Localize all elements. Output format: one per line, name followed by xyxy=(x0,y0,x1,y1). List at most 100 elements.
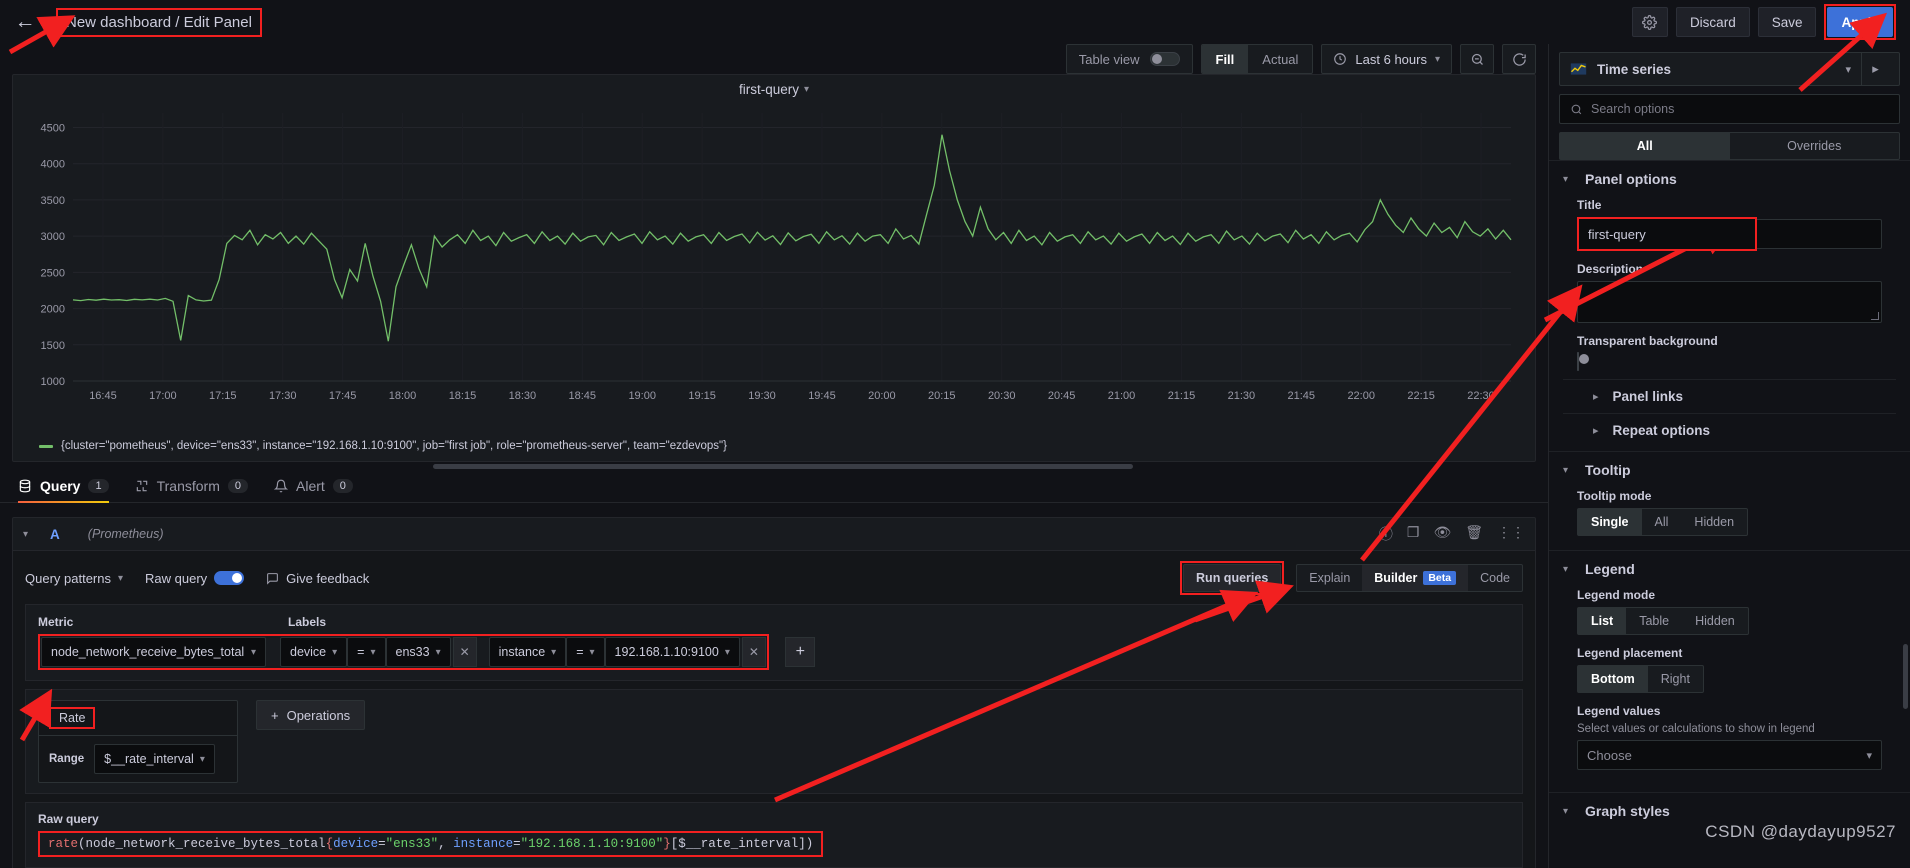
label-key-select-1[interactable]: device ▾ xyxy=(280,637,348,667)
repeat-options-row[interactable]: ▸ Repeat options xyxy=(1563,413,1896,447)
label-value-select-2[interactable]: 192.168.1.10:9100 ▾ xyxy=(604,637,740,667)
panel-options-header[interactable]: ▾ Panel options xyxy=(1563,171,1896,187)
tooltip-mode-all[interactable]: All xyxy=(1642,509,1682,535)
label-op-select-2[interactable]: = ▾ xyxy=(566,637,605,667)
panel-title-input[interactable]: first-query xyxy=(1577,217,1757,251)
fill-button[interactable]: Fill xyxy=(1201,45,1249,73)
chevron-right-icon[interactable]: ▸ xyxy=(1861,53,1889,85)
legend-values-placeholder: Choose xyxy=(1587,747,1632,763)
duplicate-icon[interactable]: ❐ xyxy=(1407,524,1420,544)
chevron-down-icon: ▾ xyxy=(118,572,124,584)
range-label: Range xyxy=(49,753,85,765)
svg-text:20:30: 20:30 xyxy=(988,390,1016,402)
svg-text:18:30: 18:30 xyxy=(509,390,537,402)
query-patterns-button[interactable]: Query patterns ▾ xyxy=(25,571,123,586)
chart-legend[interactable]: {cluster="pometheus", device="ens33", in… xyxy=(13,434,1535,461)
tooltip-mode-single[interactable]: Single xyxy=(1578,509,1642,535)
tooltip-mode-group: Single All Hidden xyxy=(1577,508,1749,536)
panel-title-bar[interactable]: first-query ▾ xyxy=(13,75,1535,99)
label-op-value-1: = xyxy=(357,645,365,659)
transparent-background-toggle[interactable] xyxy=(1577,352,1589,371)
raw-query-toggle[interactable] xyxy=(214,571,245,585)
apply-button[interactable]: Apply xyxy=(1827,7,1893,37)
legend-mode-table[interactable]: Table xyxy=(1626,608,1682,634)
graph-styles-header[interactable]: ▾ Graph styles xyxy=(1563,803,1896,819)
chevron-down-icon: ▾ xyxy=(589,646,595,658)
tab-transform[interactable]: Transform 0 xyxy=(135,478,248,502)
code-button[interactable]: Code xyxy=(1468,565,1522,591)
remove-filter-2-icon[interactable]: ✕ xyxy=(741,637,766,667)
legend-mode-list[interactable]: List xyxy=(1578,608,1627,634)
legend-values-label: Legend values xyxy=(1577,704,1661,718)
run-queries-button[interactable]: Run queries xyxy=(1183,564,1282,592)
tab-all[interactable]: All xyxy=(1560,133,1730,159)
chevron-down-icon[interactable]: ▾ xyxy=(804,84,809,95)
tooltip-header[interactable]: ▾ Tooltip xyxy=(1563,462,1896,478)
breadcrumb[interactable]: New dashboard / Edit Panel xyxy=(56,7,262,37)
chevron-down-icon[interactable]: ▾ xyxy=(23,529,28,540)
chart-area[interactable]: 1000 1500 2000 2500 3000 3500 4000 4500 16:45 17:… xyxy=(13,99,1535,434)
add-operations-button[interactable]: + Operations xyxy=(256,700,366,730)
legend-placement-right[interactable]: Right xyxy=(1648,666,1703,692)
legend-series-label[interactable]: {cluster="pometheus", device="ens33", in… xyxy=(61,440,727,452)
options-sidebar: Time series ▾ ▸ Search options All Overr… xyxy=(1548,44,1910,868)
explain-button[interactable]: Explain xyxy=(1297,565,1362,591)
svg-text:19:15: 19:15 xyxy=(688,390,716,402)
tooltip-mode-hidden[interactable]: Hidden xyxy=(1681,509,1747,535)
tab-transform-label: Transform xyxy=(156,478,220,494)
time-series-chart[interactable]: 1000 1500 2000 2500 3000 3500 4000 4500 16:45 17:… xyxy=(13,99,1535,429)
chevron-down-icon: ▾ xyxy=(332,646,338,658)
builder-button[interactable]: Builder Beta xyxy=(1362,565,1469,591)
raw-query-toggle-group[interactable]: Raw query xyxy=(145,571,245,586)
legend-placement-bottom[interactable]: Bottom xyxy=(1578,666,1648,692)
label-value-select-1[interactable]: ens33 ▾ xyxy=(385,637,451,667)
search-options-box[interactable]: Search options xyxy=(1559,94,1900,124)
tab-alert[interactable]: Alert 0 xyxy=(274,478,353,502)
trash-icon[interactable]: 🗑 xyxy=(1465,524,1483,544)
metric-labels-card: Metric Labels node_network_receive_bytes… xyxy=(25,604,1523,681)
legend-mode-hidden[interactable]: Hidden xyxy=(1682,608,1748,634)
table-view-toggle[interactable] xyxy=(1149,52,1180,66)
eye-icon[interactable]: 👁 xyxy=(1433,524,1451,544)
give-feedback-button[interactable]: Give feedback xyxy=(266,571,369,586)
legend-values-select[interactable]: Choose ▾ xyxy=(1577,740,1882,770)
visualization-picker[interactable]: Time series ▾ ▸ xyxy=(1559,52,1900,86)
range-select[interactable]: $__rate_interval ▾ xyxy=(94,744,215,774)
table-view-toggle-group[interactable]: Table view xyxy=(1065,44,1193,74)
actual-button[interactable]: Actual xyxy=(1248,45,1312,73)
tab-query[interactable]: Query 1 xyxy=(18,478,109,503)
drag-handle-icon[interactable]: ⋮⋮ xyxy=(1497,524,1525,544)
query-ref-id[interactable]: A xyxy=(50,527,60,542)
save-button[interactable]: Save xyxy=(1757,7,1817,37)
gear-icon[interactable] xyxy=(1631,7,1668,37)
sidebar-scrollbar[interactable] xyxy=(1903,644,1908,709)
back-arrow-icon[interactable]: ← xyxy=(12,9,38,35)
svg-text:17:00: 17:00 xyxy=(149,390,177,402)
legend-header[interactable]: ▾ Legend xyxy=(1563,561,1896,577)
metric-select[interactable]: node_network_receive_bytes_total ▾ xyxy=(41,637,266,667)
discard-button[interactable]: Discard xyxy=(1675,7,1750,37)
time-range-picker[interactable]: Last 6 hours ▾ xyxy=(1321,44,1452,74)
svg-text:2500: 2500 xyxy=(41,267,65,279)
refresh-icon[interactable] xyxy=(1502,44,1536,74)
panel-horizontal-scrollbar[interactable] xyxy=(433,464,1133,469)
label-key-value-2: instance xyxy=(498,645,546,659)
panel-links-row[interactable]: ▸ Panel links xyxy=(1563,379,1896,413)
help-circle-icon[interactable]: ⓘ xyxy=(1379,524,1393,544)
raw-query-eq1: = xyxy=(378,837,386,851)
remove-filter-1-icon[interactable]: ✕ xyxy=(452,637,477,667)
rate-operation-name[interactable]: Rate xyxy=(49,707,96,729)
comment-icon xyxy=(267,572,279,585)
operations-label: Operations xyxy=(286,707,351,723)
zoom-out-icon[interactable] xyxy=(1460,44,1494,74)
label-key-select-2[interactable]: instance ▾ xyxy=(488,637,567,667)
raw-query-code[interactable]: rate(node_network_receive_bytes_total{de… xyxy=(48,837,813,851)
add-filter-icon[interactable]: + xyxy=(785,636,816,667)
panel-description-textarea[interactable] xyxy=(1577,281,1882,323)
label-op-select-1[interactable]: = ▾ xyxy=(347,637,386,667)
chevron-right-icon: ▸ xyxy=(1593,391,1599,403)
chevron-down-icon: ▾ xyxy=(1563,464,1569,476)
svg-text:20:00: 20:00 xyxy=(868,390,896,402)
tab-overrides[interactable]: Overrides xyxy=(1730,133,1900,159)
chevron-down-icon[interactable]: ▾ xyxy=(1845,63,1851,76)
